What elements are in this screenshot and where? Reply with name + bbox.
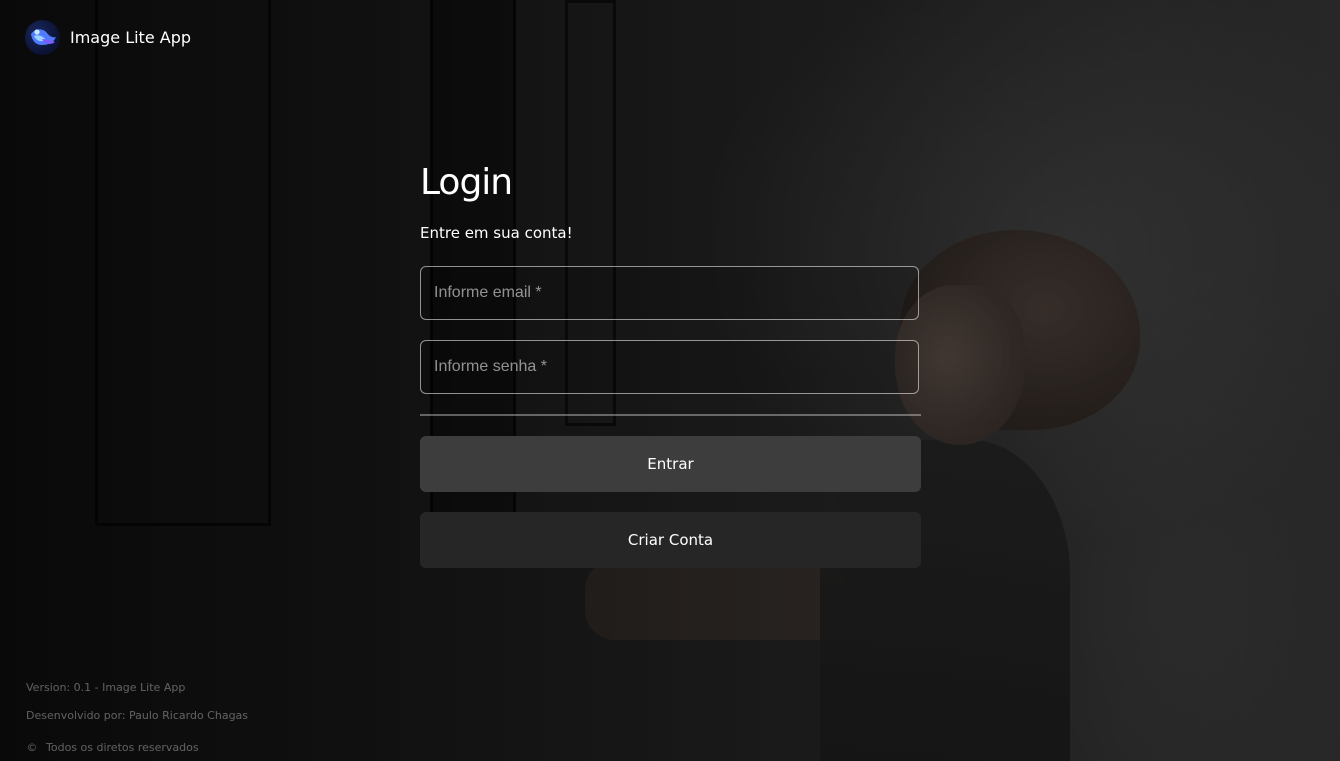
email-input[interactable] (421, 267, 918, 319)
login-title: Login (420, 162, 513, 203)
create-account-button-label: Criar Conta (627, 531, 714, 549)
footer-version: Version: 0.1 - Image Lite App (26, 681, 186, 694)
footer: Version: 0.1 - Image Lite App Desenvolvi… (26, 678, 248, 761)
password-field (420, 340, 919, 394)
login-form: Login Entre em sua conta! Entrar Criar C… (420, 158, 921, 568)
login-button[interactable]: Entrar (420, 436, 921, 492)
create-account-button[interactable]: Criar Conta (420, 512, 921, 568)
footer-developer: Desenvolvido por: Paulo Ricardo Chagas (26, 709, 249, 722)
brand[interactable]: Image Lite App (25, 20, 191, 55)
login-button-label: Entrar (647, 455, 694, 473)
footer-rights: © Todos os diretos reservados (26, 734, 248, 761)
form-divider (420, 414, 921, 416)
password-input[interactable] (421, 341, 918, 393)
copyright-icon: © (26, 741, 38, 754)
bird-logo-icon (25, 20, 60, 55)
login-page: Image Lite App Login Entre em sua conta!… (0, 0, 1340, 761)
email-field (420, 266, 919, 320)
footer-rights-text: Todos os diretos reservados (46, 741, 199, 754)
login-subtitle: Entre em sua conta! (420, 224, 573, 242)
app-name: Image Lite App (70, 28, 192, 47)
